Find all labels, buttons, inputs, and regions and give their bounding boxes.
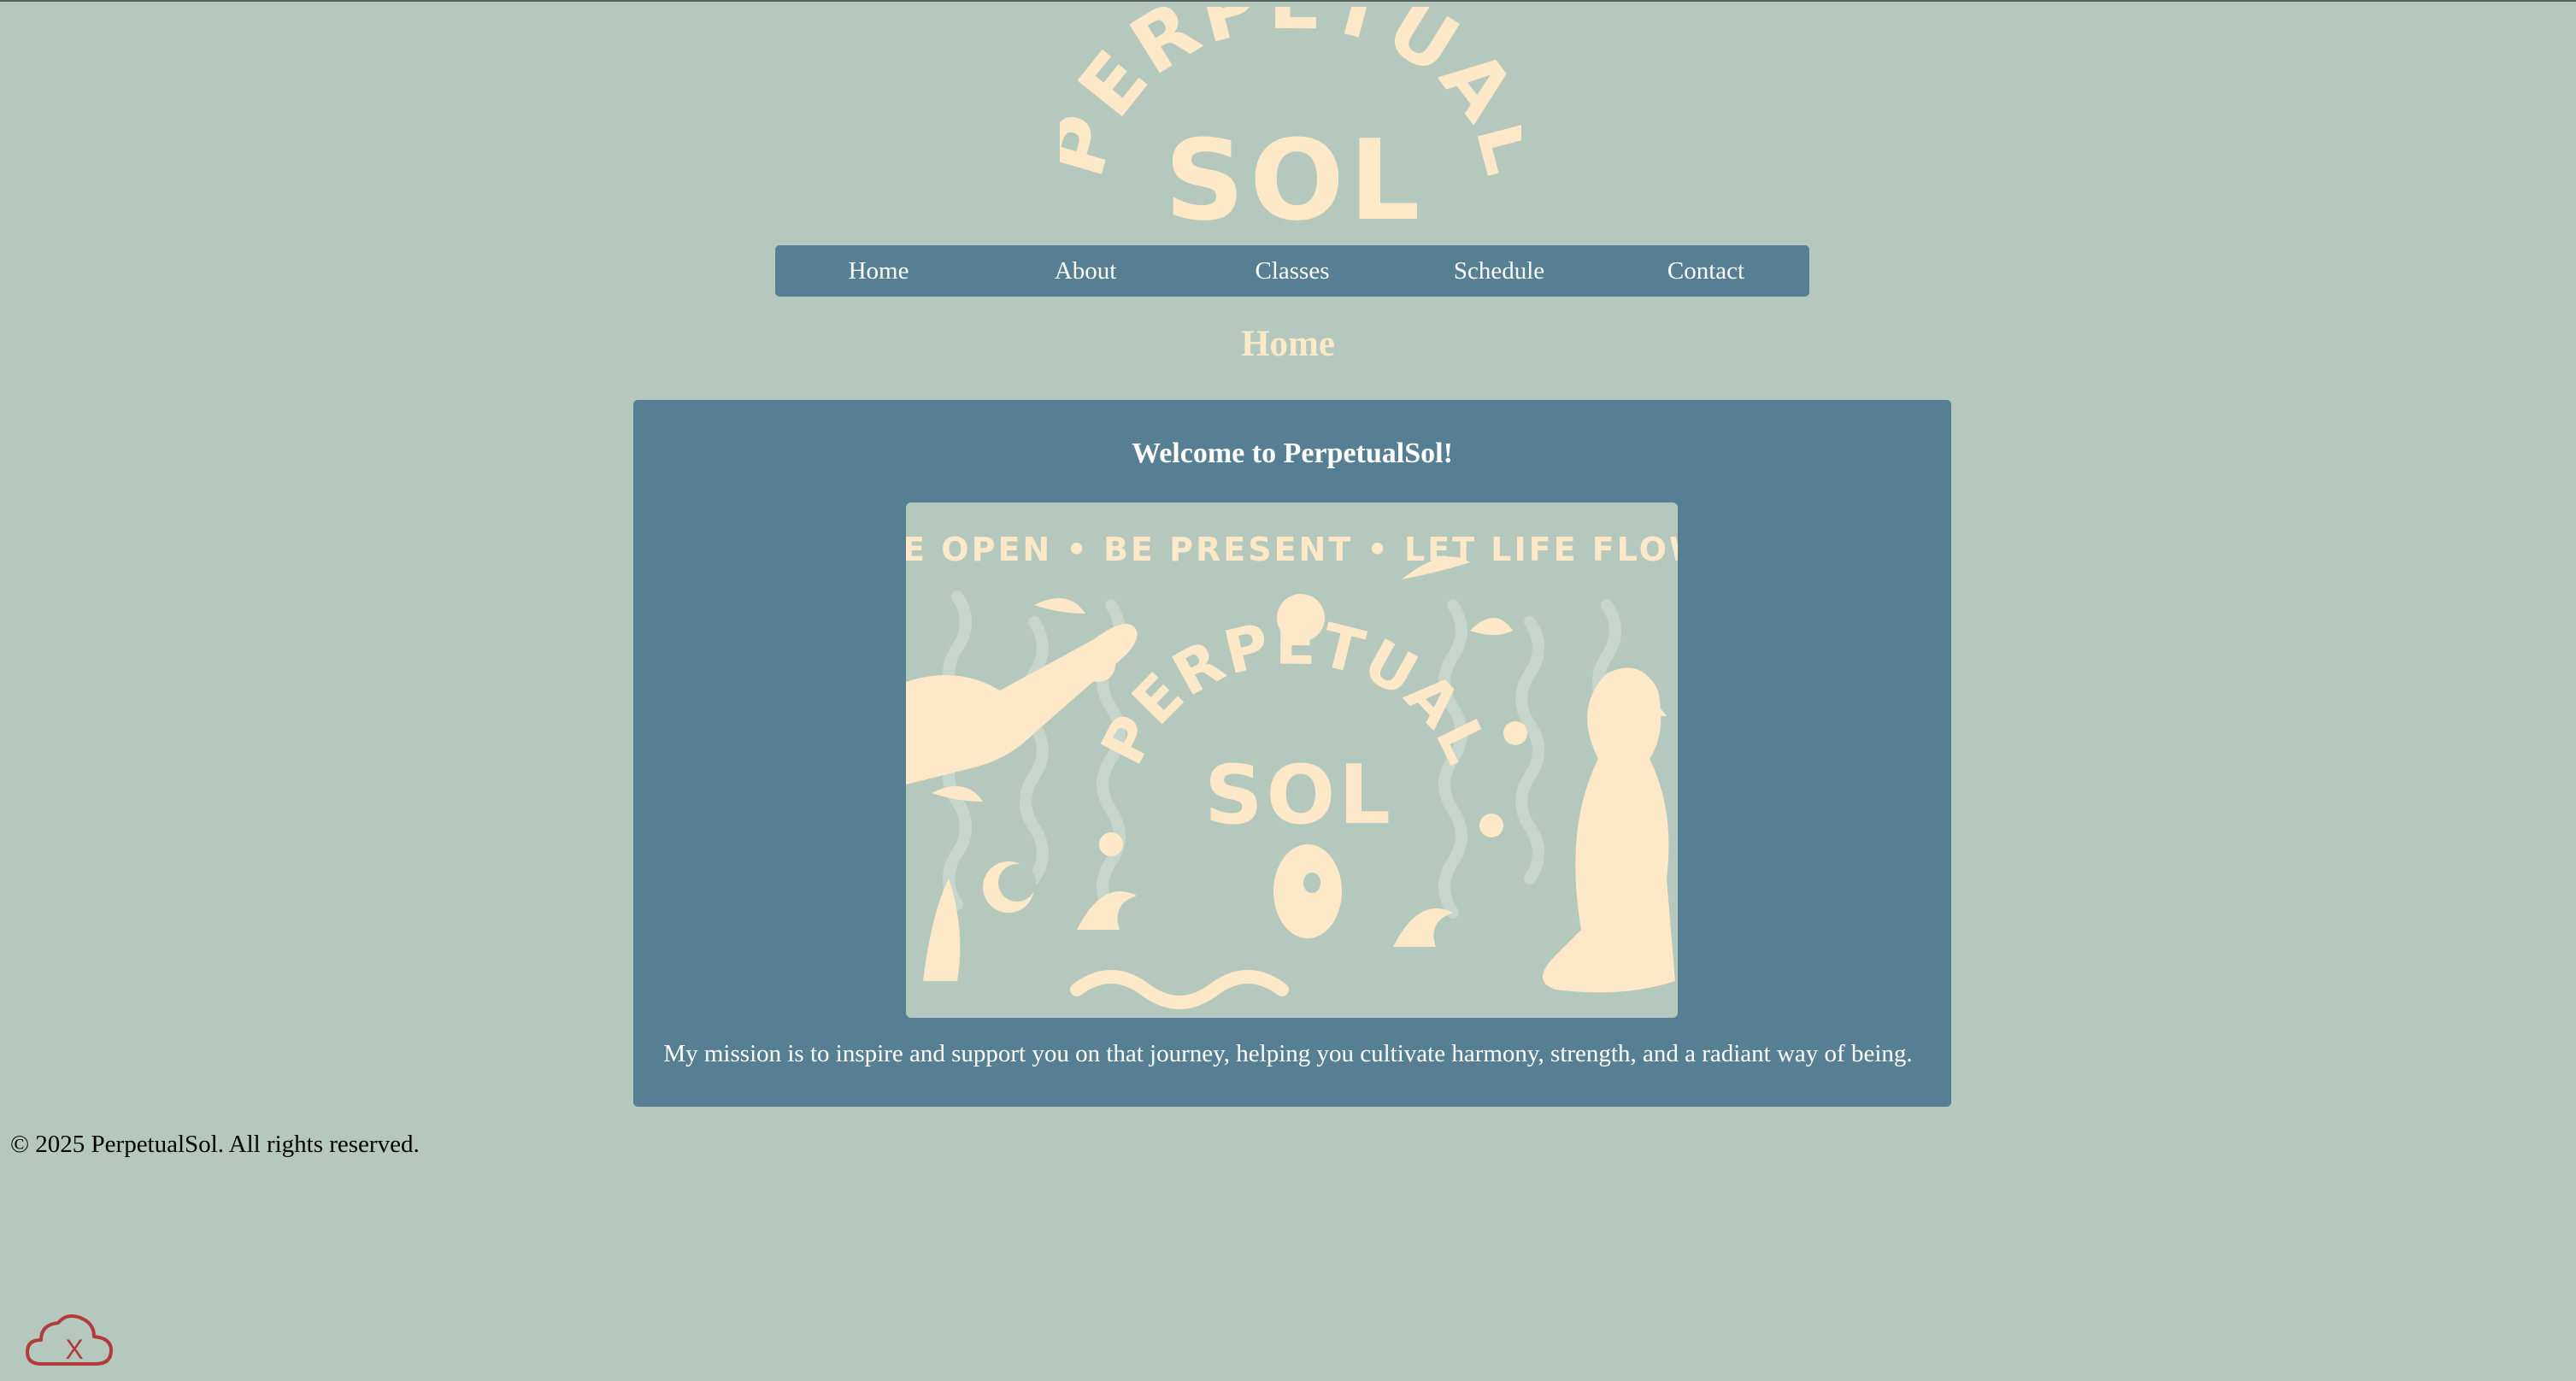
nav-home-link[interactable]: Home — [775, 245, 982, 297]
site-logo: PERPETUAL SOL — [1060, 7, 1521, 231]
nav-contact-link[interactable]: Contact — [1603, 245, 1809, 297]
mission-statement: My mission is to inspire and support you… — [663, 1040, 1913, 1067]
welcome-banner-image: BE OPEN • BE PRESENT • LET LIFE FLOW PER… — [906, 502, 1678, 1018]
nav-about-link[interactable]: About — [982, 245, 1189, 297]
banner-title-line-2: SOL — [1204, 749, 1394, 843]
footer-copyright: © 2025 PerpetualSol. All rights reserved… — [10, 1131, 420, 1158]
nav-schedule-link[interactable]: Schedule — [1396, 245, 1603, 297]
main-nav: Home About Classes Schedule Contact — [775, 245, 1809, 297]
banner-motto: BE OPEN • BE PRESENT • LET LIFE FLOW — [906, 531, 1678, 568]
page-title: Home — [1241, 324, 1335, 364]
offline-mark: X — [65, 1334, 83, 1365]
logo-line-2: SOL — [1165, 115, 1426, 231]
cloud-offline-icon[interactable]: X — [26, 1311, 113, 1367]
nav-classes-link[interactable]: Classes — [1189, 245, 1396, 297]
welcome-title: Welcome to PerpetualSol! — [1132, 438, 1453, 469]
top-border — [0, 0, 2576, 2]
